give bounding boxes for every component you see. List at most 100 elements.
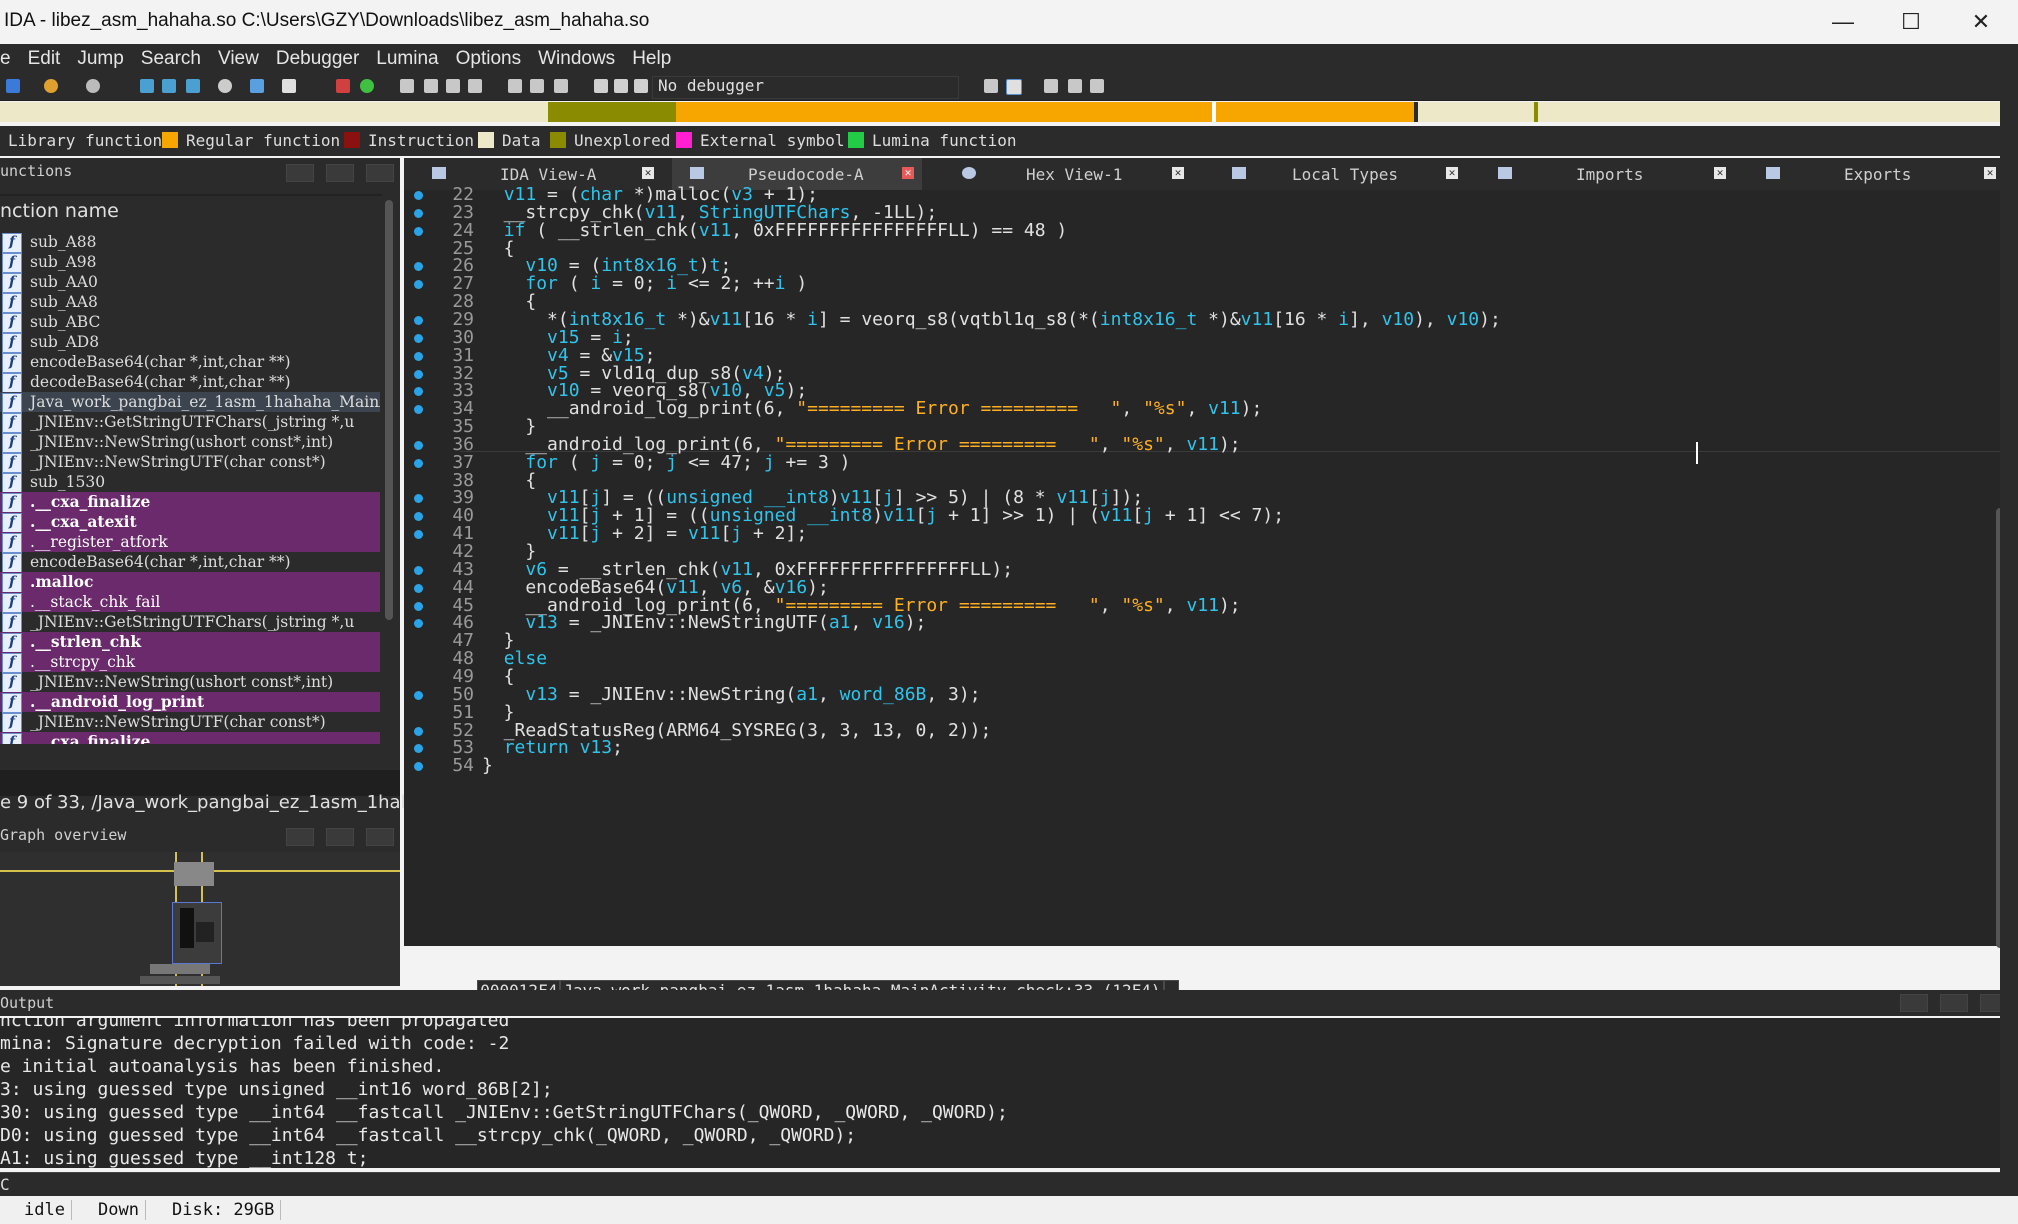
play-icon[interactable] xyxy=(594,79,608,93)
save-icon[interactable] xyxy=(6,79,20,93)
patch-icon[interactable] xyxy=(530,79,544,93)
maximize-button[interactable]: ☐ xyxy=(1876,2,1946,42)
open-icon[interactable] xyxy=(44,79,58,93)
breakpoint-dot-icon[interactable] xyxy=(414,726,423,736)
breakpoint-dot-icon[interactable] xyxy=(414,458,423,468)
function-list-item[interactable]: f .__cxa_finalize xyxy=(0,732,380,744)
function-list-item[interactable]: f decodeBase64(char *,int,char **) xyxy=(0,372,380,393)
list2-icon[interactable] xyxy=(1068,79,1082,93)
code-icon[interactable] xyxy=(400,79,414,93)
breakpoint-dot-icon[interactable] xyxy=(414,440,423,450)
graph-close-icon[interactable] xyxy=(366,828,394,846)
stop-icon[interactable] xyxy=(336,79,350,93)
menu-file[interactable]: e xyxy=(0,48,11,70)
function-list-item[interactable]: f Java_work_pangbai_ez_1asm_1hahaha_MainA xyxy=(0,392,380,413)
run-icon[interactable] xyxy=(360,79,374,93)
function-list-item[interactable]: f sub_1530 xyxy=(0,472,380,493)
function-list-item[interactable]: f encodeBase64(char *,int,char **) xyxy=(0,352,380,373)
minimize-button[interactable]: — xyxy=(1808,2,1878,42)
function-list-item[interactable]: f sub_AA8 xyxy=(0,292,380,313)
code-line[interactable]: 54} xyxy=(404,755,2000,778)
menu-edit[interactable]: Edit xyxy=(28,48,61,70)
breakpoint-dot-icon[interactable] xyxy=(414,226,423,236)
breakpoint-dot-icon[interactable] xyxy=(414,351,423,361)
breakpoint-dot-icon[interactable] xyxy=(414,601,423,611)
tab-close-icon[interactable]: ✕ xyxy=(1446,167,1458,179)
breakpoint-dot-icon[interactable] xyxy=(414,619,423,629)
functions-scrollbar[interactable] xyxy=(382,194,396,768)
function-list-item[interactable]: f .__cxa_atexit xyxy=(0,512,380,533)
close-button[interactable]: ✕ xyxy=(1946,2,2016,42)
navigate-forward-icon[interactable] xyxy=(162,79,176,93)
tab-close-icon[interactable]: ✕ xyxy=(1984,167,1996,179)
pause-icon[interactable] xyxy=(614,79,628,93)
back-icon[interactable] xyxy=(86,79,100,93)
function-list-item[interactable]: f .__android_log_print xyxy=(0,692,380,713)
function-list-item[interactable]: f _JNIEnv::NewString(ushort const*,int) xyxy=(0,672,380,693)
function-list-item[interactable]: f _JNIEnv::NewString(ushort const*,int) xyxy=(0,432,380,453)
function-list-item[interactable]: f .__register_atfork xyxy=(0,532,380,553)
panel-float-icon[interactable] xyxy=(286,164,314,182)
breakpoint-dot-icon[interactable] xyxy=(414,690,423,700)
output-float-icon[interactable] xyxy=(1900,994,1928,1012)
tab-close-icon[interactable]: ✕ xyxy=(902,167,914,179)
jump-icon[interactable] xyxy=(250,79,264,93)
breakpoint-dot-icon[interactable] xyxy=(414,208,423,218)
command-language[interactable]: C xyxy=(0,1175,10,1194)
pseudocode-view[interactable]: 22 v11 = (char *)malloc(v3 + 1); 23 __str… xyxy=(404,184,2018,948)
tab-close-icon[interactable]: ✕ xyxy=(1714,167,1726,179)
function-list-item[interactable]: f sub_ABC xyxy=(0,312,380,333)
navigation-band[interactable] xyxy=(0,102,2000,122)
panel-close-icon[interactable] xyxy=(366,164,394,182)
function-list-item[interactable]: f sub_AA0 xyxy=(0,272,380,293)
panel-maximize-icon[interactable] xyxy=(326,164,354,182)
undefine-icon[interactable] xyxy=(468,79,482,93)
function-list-item[interactable]: f _JNIEnv::GetStringUTFChars(_jstring *,u xyxy=(0,412,380,433)
breakpoint-dot-icon[interactable] xyxy=(414,762,423,772)
graph-maximize-icon[interactable] xyxy=(326,828,354,846)
menu-lumina[interactable]: Lumina xyxy=(376,48,438,70)
search-icon[interactable] xyxy=(218,79,232,93)
menu-help[interactable]: Help xyxy=(632,48,671,70)
menu-jump[interactable]: Jump xyxy=(77,48,123,70)
menu-options[interactable]: Options xyxy=(456,48,521,70)
function-list-item[interactable]: f _JNIEnv::GetStringUTFChars(_jstring *,u xyxy=(0,612,380,633)
breakpoint-dot-icon[interactable] xyxy=(414,530,423,540)
output-window[interactable]: nction argument information has been pro… xyxy=(0,1018,2000,1168)
stop-debug-icon[interactable] xyxy=(634,79,648,93)
breakpoint-dot-icon[interactable] xyxy=(414,262,423,272)
menu-debugger[interactable]: Debugger xyxy=(276,48,359,70)
segment-icon[interactable] xyxy=(508,79,522,93)
breakpoint-dot-icon[interactable] xyxy=(414,744,423,754)
functions-scroll-thumb[interactable] xyxy=(385,200,393,620)
breakpoint-dot-icon[interactable] xyxy=(414,583,423,593)
menu-view[interactable]: View xyxy=(218,48,259,70)
function-list-item[interactable]: f .__cxa_finalize xyxy=(0,492,380,513)
bookmark-icon[interactable] xyxy=(554,79,568,93)
graph-overview[interactable] xyxy=(0,852,400,986)
breakpoint-dot-icon[interactable] xyxy=(414,369,423,379)
functions-hscroll[interactable] xyxy=(0,754,382,768)
breakpoint-dot-icon[interactable] xyxy=(414,494,423,504)
breakpoint-dot-icon[interactable] xyxy=(414,280,423,290)
function-list-item[interactable]: f sub_A98 xyxy=(0,252,380,273)
function-list-item[interactable]: f encodeBase64(char *,int,char **) xyxy=(0,552,380,573)
list-icon[interactable] xyxy=(1044,79,1058,93)
graph-icon[interactable] xyxy=(984,79,998,93)
graph-float-icon[interactable] xyxy=(286,828,314,846)
breakpoint-dot-icon[interactable] xyxy=(414,333,423,343)
function-list-item[interactable]: f .__stack_chk_fail xyxy=(0,592,380,613)
navigate-xref-icon[interactable] xyxy=(186,79,200,93)
menu-search[interactable]: Search xyxy=(141,48,201,70)
data-icon[interactable] xyxy=(424,79,438,93)
function-list-item[interactable]: f _JNIEnv::NewStringUTF(char const*) xyxy=(0,712,380,733)
navigate-icon[interactable] xyxy=(140,79,154,93)
text-icon[interactable] xyxy=(282,79,296,93)
tab-close-icon[interactable]: ✕ xyxy=(1172,167,1184,179)
tab-close-icon[interactable]: ✕ xyxy=(642,167,654,179)
breakpoint-dot-icon[interactable] xyxy=(414,405,423,415)
function-list-item[interactable]: f _JNIEnv::NewStringUTF(char const*) xyxy=(0,452,380,473)
breakpoint-dot-icon[interactable] xyxy=(414,191,423,200)
pseudocode-icon[interactable] xyxy=(1006,79,1022,95)
breakpoint-dot-icon[interactable] xyxy=(414,512,423,522)
